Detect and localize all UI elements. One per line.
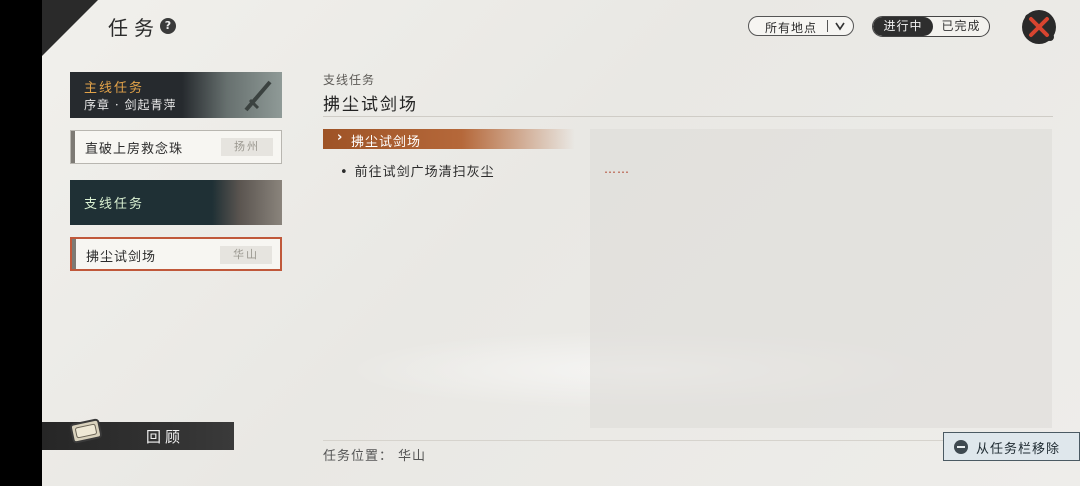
quest-item-name: 拂尘试剑场 — [86, 250, 157, 265]
tab-completed[interactable]: 已完成 — [933, 17, 989, 36]
chevron-right-icon: › — [337, 130, 343, 145]
review-label: 回顾 — [146, 428, 185, 446]
sub-step-label: 前往试剑广场清扫灰尘 — [354, 165, 495, 180]
divider — [323, 116, 1053, 117]
quest-screen: 任务 ? 所有地点 进行中 已完成 主线任务 序章 · 剑起青萍 直破上房救念珠… — [42, 0, 1080, 486]
remove-from-tracker-button[interactable]: 从任务栏移除 — [943, 432, 1080, 461]
main-quest-category[interactable]: 主线任务 序章 · 剑起青萍 — [70, 72, 282, 118]
help-icon[interactable]: ? — [160, 18, 176, 34]
device-bezel — [0, 0, 42, 486]
main-quest-subtitle: 序章 · 剑起青萍 — [84, 98, 177, 112]
active-step[interactable]: › 拂尘试剑场 — [323, 129, 575, 150]
quest-item-bar — [71, 131, 75, 163]
quest-item-location: 扬州 — [221, 138, 273, 156]
sub-step: • 前往试剑广场清扫灰尘 — [340, 161, 495, 180]
location-filter-dropdown[interactable]: 所有地点 — [748, 16, 854, 36]
side-quest-category[interactable]: 支线任务 — [70, 180, 282, 225]
filter-label: 所有地点 — [765, 21, 818, 35]
active-step-label: 拂尘试剑场 — [351, 135, 422, 150]
quest-item-side-1[interactable]: 拂尘试剑场 华山 — [70, 237, 282, 271]
quest-item-name: 直破上房救念珠 — [85, 142, 184, 157]
chevron-down-icon — [835, 22, 845, 31]
remove-label: 从任务栏移除 — [976, 442, 1061, 457]
detail-title: 拂尘试剑场 — [323, 95, 418, 115]
quest-item-bar — [72, 239, 76, 269]
location-value: 华山 — [398, 449, 427, 464]
scroll-book-icon — [69, 418, 103, 444]
page-title: 任务 — [108, 16, 160, 40]
bullet-icon: • — [340, 165, 349, 180]
filter-divider — [827, 20, 828, 32]
sword-icon — [244, 80, 272, 112]
description-panel — [590, 129, 1052, 428]
main-quest-title: 主线任务 — [84, 81, 145, 96]
quest-item-location: 华山 — [220, 246, 272, 264]
quest-item-main-1[interactable]: 直破上房救念珠 扬州 — [70, 130, 282, 164]
side-quest-title: 支线任务 — [84, 197, 145, 212]
description-text: …… — [604, 162, 630, 176]
tab-in-progress[interactable]: 进行中 — [873, 17, 933, 36]
status-toggle[interactable]: 进行中 已完成 — [872, 16, 990, 37]
close-icon[interactable] — [1020, 8, 1058, 46]
location-label: 任务位置： — [323, 449, 394, 464]
header-corner-decoration — [42, 0, 98, 56]
minus-circle-icon — [954, 440, 968, 454]
side-quest-banner-art — [212, 180, 282, 225]
detail-category: 支线任务 — [323, 73, 376, 87]
